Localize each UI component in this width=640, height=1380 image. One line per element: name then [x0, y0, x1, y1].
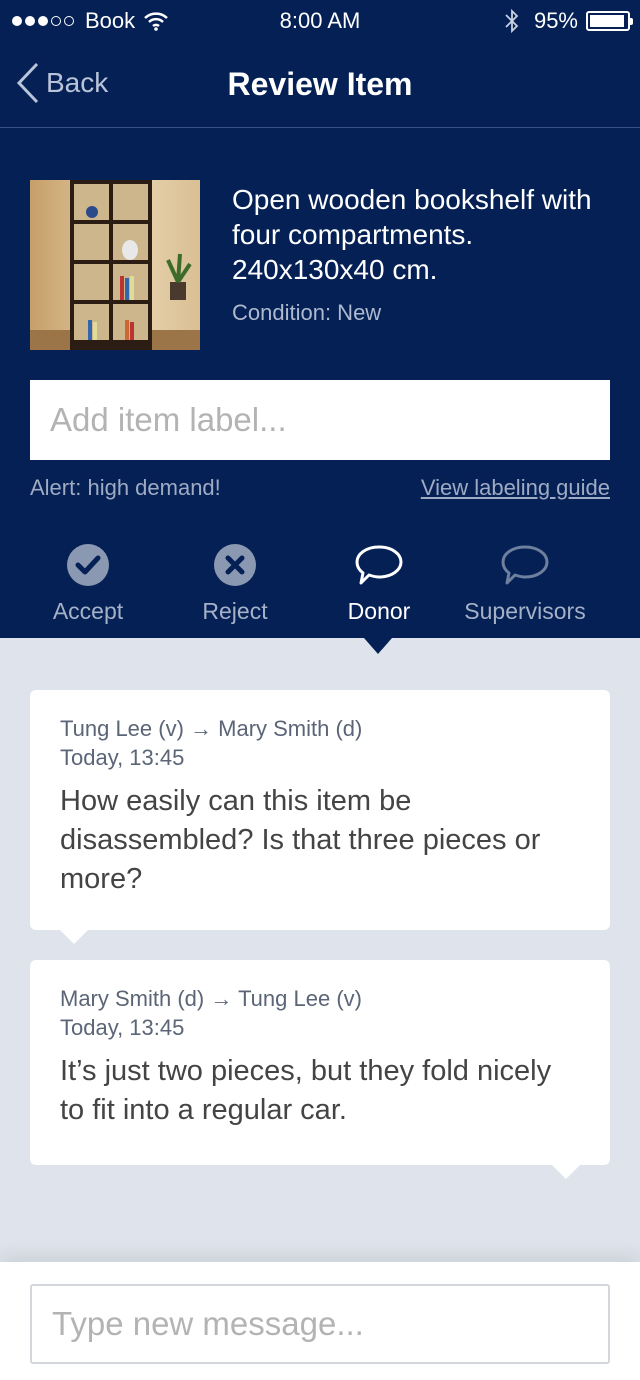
chevron-left-icon	[16, 62, 39, 104]
tab-supervisors[interactable]: Supervisors	[445, 540, 605, 625]
tab-supervisors-label: Supervisors	[464, 598, 586, 624]
tab-accept[interactable]: Accept	[8, 540, 168, 625]
message-input[interactable]	[30, 1284, 610, 1364]
back-button[interactable]: Back	[16, 62, 108, 104]
message-bubble: Mary Smith (d) → Tung Lee (v) Today, 13:…	[30, 960, 610, 1179]
compose-bar	[0, 1262, 640, 1380]
x-circle-icon	[214, 544, 256, 586]
tab-reject-label: Reject	[202, 598, 268, 624]
tab-donor[interactable]: Donor	[299, 540, 459, 625]
bubble-tail	[60, 930, 88, 944]
message-time: Today, 13:45	[60, 745, 185, 770]
item-header: Book 8:00 AM 95% Back Review Item Open w…	[0, 0, 640, 638]
bluetooth-icon	[505, 8, 519, 34]
status-bar: Book 8:00 AM 95%	[0, 0, 640, 40]
battery-icon	[586, 11, 633, 31]
message-bubble: Tung Lee (v) → Mary Smith (d) Today, 13:…	[30, 690, 610, 944]
item-photo	[30, 180, 200, 350]
battery-fill	[590, 15, 625, 27]
message-text: It’s just two pieces, but they fold nice…	[60, 1055, 552, 1126]
item-label-input[interactable]	[30, 380, 610, 460]
tab-accept-label: Accept	[52, 598, 124, 624]
active-tab-indicator	[364, 638, 392, 654]
chat-bubble-icon	[501, 545, 549, 585]
message-text: How easily can this item be disassembled…	[60, 785, 541, 895]
item-condition: Condition: New	[232, 300, 382, 325]
item-description: Open wooden bookshelf with four compartm…	[232, 184, 592, 285]
back-label: Back	[46, 67, 109, 98]
labeling-guide-link[interactable]: View labeling guide	[421, 475, 610, 501]
check-circle-icon	[67, 544, 109, 586]
message-sender: Tung Lee (v) → Mary Smith (d)	[60, 716, 363, 741]
chat-bubble-icon	[355, 545, 403, 585]
navigation-bar: Back Review Item	[0, 40, 640, 128]
bubble-tail	[552, 1165, 580, 1179]
message-sender: Mary Smith (d) → Tung Lee (v)	[60, 986, 362, 1011]
battery-percent: 95%	[533, 8, 578, 33]
demand-alert: Alert: high demand!	[30, 475, 221, 500]
tab-donor-label: Donor	[347, 598, 411, 624]
tab-reject[interactable]: Reject	[155, 540, 315, 625]
message-time: Today, 13:45	[60, 1015, 185, 1040]
